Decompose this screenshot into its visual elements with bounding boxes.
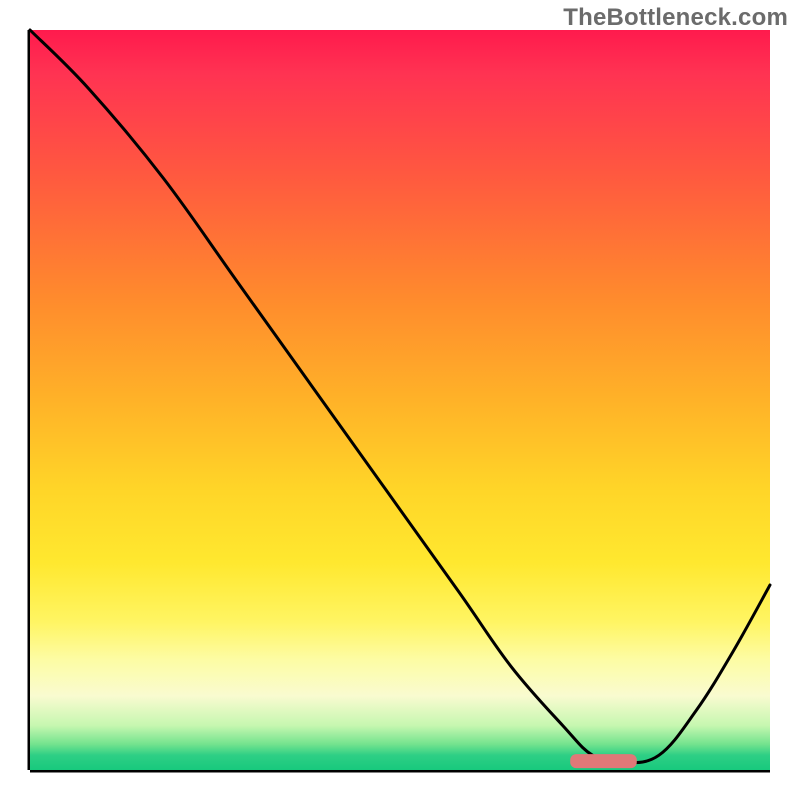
chart-frame: TheBottleneck.com (0, 0, 800, 800)
optimal-range-marker (570, 754, 637, 768)
plot-area (30, 30, 770, 770)
bottleneck-curve (30, 30, 770, 763)
curve-layer (30, 30, 770, 770)
watermark-text: TheBottleneck.com (563, 4, 788, 32)
